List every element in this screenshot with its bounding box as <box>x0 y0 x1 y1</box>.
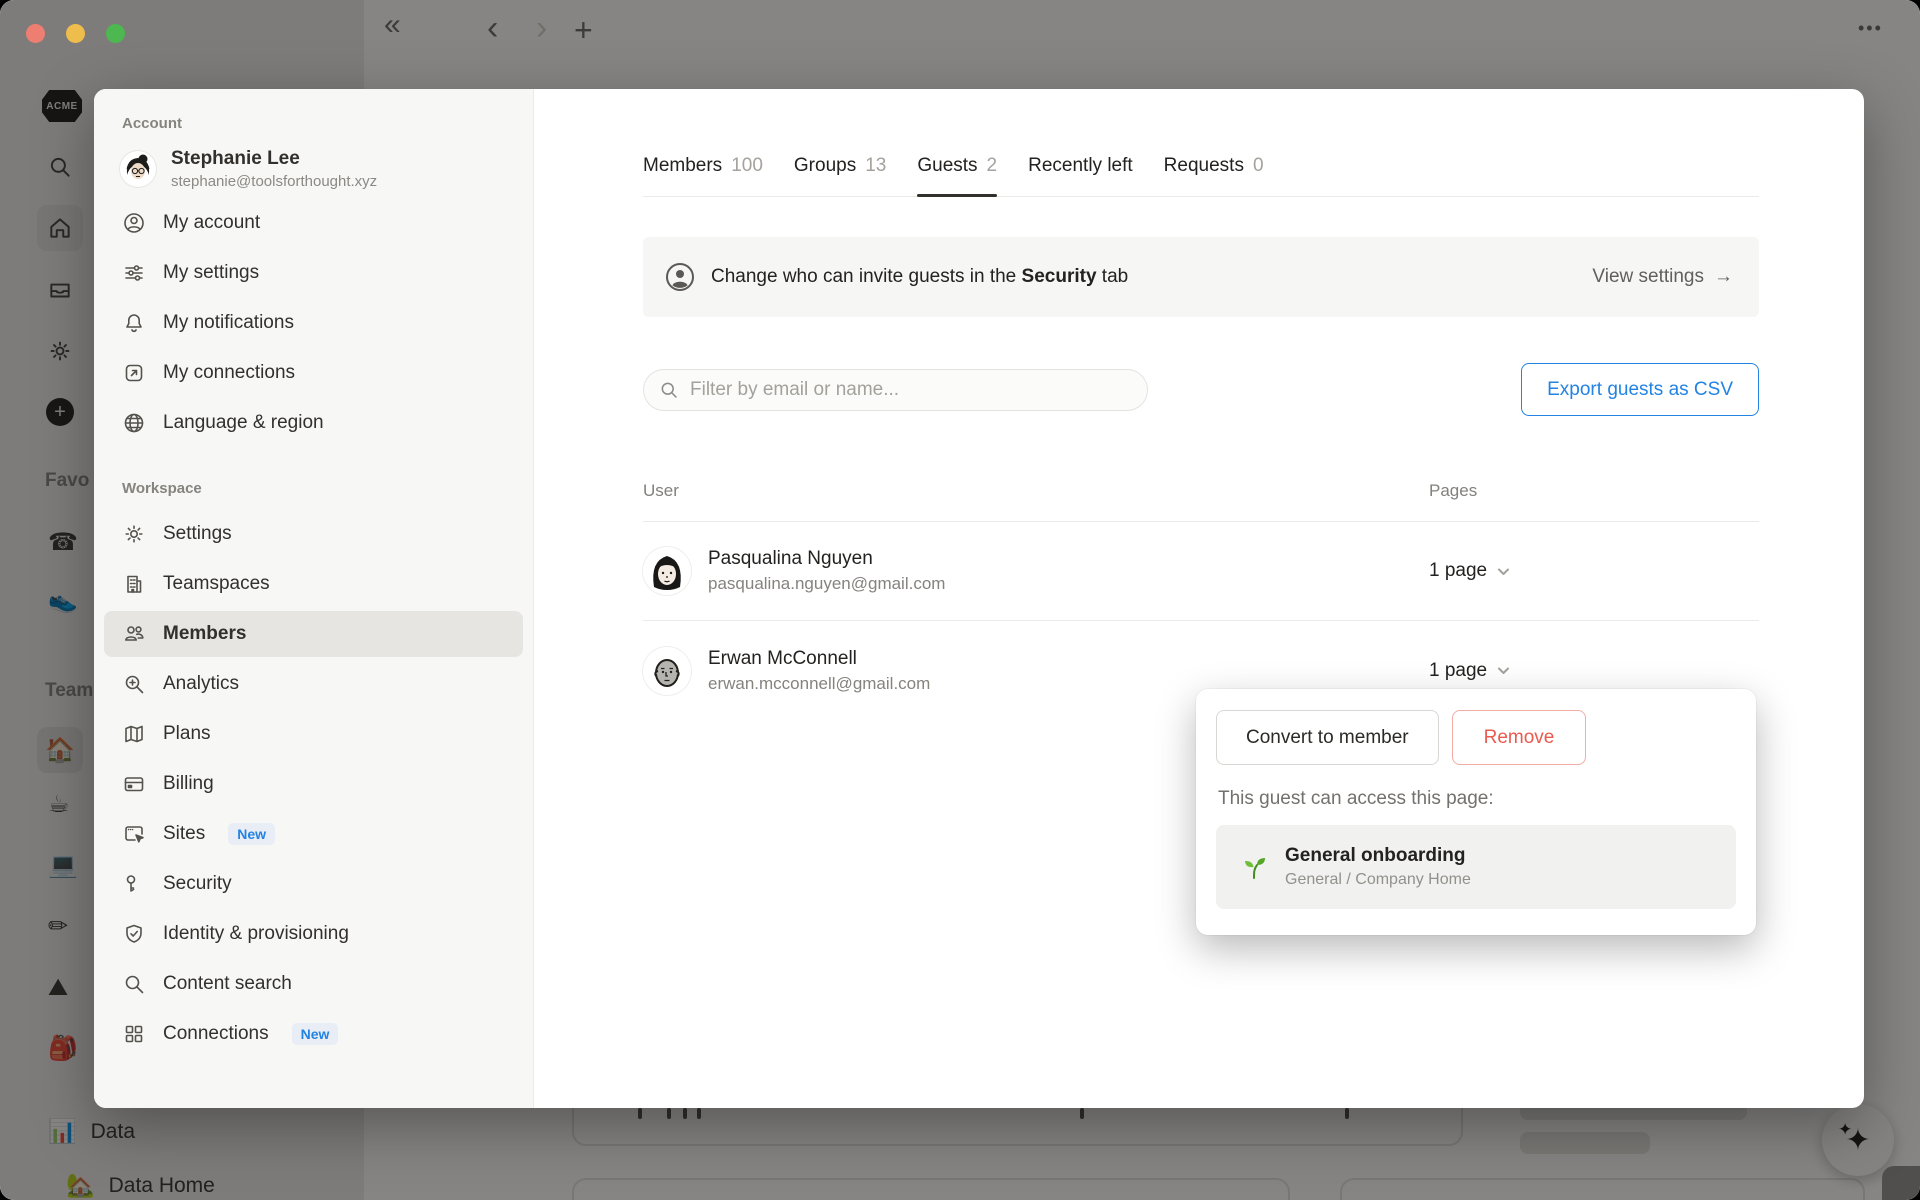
invite-guests-banner: Change who can invite guests in the Secu… <box>643 237 1759 317</box>
column-header-user: User <box>643 480 679 500</box>
avatar <box>120 151 156 187</box>
nav-item-my-account[interactable]: My account <box>104 200 523 246</box>
workspace-section-label: Workspace <box>122 480 202 497</box>
app-window: ACME + Favo ☎ 👟 Team 🏠 ☕ 💻 ✏ ⛰ 🎒 📊 Data … <box>0 0 1920 1200</box>
page-breadcrumb: General / Company Home <box>1285 871 1471 888</box>
guest-email: pasqualina.nguyen@gmail.com <box>708 574 946 593</box>
chevron-down-icon <box>1498 667 1510 674</box>
chevron-down-icon <box>1498 568 1510 575</box>
members-people-icon <box>125 626 144 641</box>
building-icon <box>127 575 142 593</box>
members-settings-content: Members 100 Groups 13 Guests 2 Recently … <box>534 89 1864 1108</box>
page-title: General onboarding <box>1285 845 1466 866</box>
person-circle-icon <box>666 263 694 291</box>
guest-filter-field[interactable] <box>643 368 1148 411</box>
nav-item-sites[interactable]: Sites New <box>104 811 523 857</box>
nav-item-members[interactable]: Members <box>104 611 523 657</box>
account-menu: My account My settings My notifications … <box>94 200 533 446</box>
nav-item-plans[interactable]: Plans <box>104 711 523 757</box>
view-settings-link[interactable]: View settings → <box>1592 266 1733 288</box>
key-icon <box>126 875 136 892</box>
guest-pages-dropdown[interactable]: 1 page <box>1429 660 1759 682</box>
nav-item-settings[interactable]: Settings <box>104 511 523 557</box>
nav-item-my-connections[interactable]: My connections <box>104 350 523 396</box>
nav-item-my-notifications[interactable]: My notifications <box>104 300 523 346</box>
shield-check-icon <box>126 924 142 943</box>
remove-guest-button[interactable]: Remove <box>1451 710 1587 765</box>
new-badge: New <box>291 1023 339 1045</box>
tab-groups[interactable]: Groups 13 <box>794 155 886 196</box>
tab-requests[interactable]: Requests 0 <box>1164 155 1264 196</box>
tab-members[interactable]: Members 100 <box>643 155 763 196</box>
tab-count: 2 <box>986 155 998 176</box>
gear-icon <box>125 525 143 543</box>
arrow-up-right-box-icon <box>125 364 143 382</box>
export-guests-csv-button[interactable]: Export guests as CSV <box>1521 363 1759 416</box>
sliders-icon <box>125 265 143 281</box>
guests-table-header: User Pages <box>643 460 1759 522</box>
globe-icon <box>124 413 144 433</box>
tab-recently-left[interactable]: Recently left <box>1028 155 1133 196</box>
guest-row-pasqualina: Pasqualina Nguyen pasqualina.nguyen@gmai… <box>643 522 1759 621</box>
nav-item-my-settings[interactable]: My settings <box>104 250 523 296</box>
nav-item-identity-provisioning[interactable]: Identity & provisioning <box>104 911 523 957</box>
guest-access-caption: This guest can access this page: <box>1218 788 1494 809</box>
browser-cursor-icon <box>125 826 144 843</box>
guest-name: Pasqualina Nguyen <box>708 548 873 569</box>
user-email: stephanie@toolsforthought.xyz <box>171 173 378 190</box>
seedling-icon <box>1245 858 1265 879</box>
search-icon <box>661 382 677 398</box>
guests-toolbar: Export guests as CSV <box>643 363 1759 416</box>
guest-pages-dropdown[interactable]: 1 page <box>1429 560 1759 582</box>
account-section-label: Account <box>122 115 182 132</box>
accessible-page-item[interactable]: General onboarding General / Company Hom… <box>1216 825 1736 909</box>
nav-item-language-region[interactable]: Language & region <box>104 400 523 446</box>
grid-icon <box>125 1025 143 1043</box>
guest-name: Erwan McConnell <box>708 647 857 669</box>
map-icon <box>125 725 143 743</box>
magnifier-icon <box>125 975 144 994</box>
tab-guests[interactable]: Guests 2 <box>917 155 998 197</box>
nav-item-security[interactable]: Security <box>104 861 523 907</box>
magnifier-plus-icon <box>125 675 144 694</box>
tab-count: 100 <box>731 155 763 176</box>
new-badge: New <box>228 823 276 845</box>
nav-item-content-search[interactable]: Content search <box>104 961 523 1007</box>
convert-to-member-button[interactable]: Convert to member <box>1216 710 1439 765</box>
tab-count: 13 <box>865 155 887 176</box>
settings-modal: Account Stephanie Lee stephanie@toolsfor… <box>94 89 1864 1108</box>
guest-email: erwan.mcconnell@gmail.com <box>708 673 931 693</box>
column-header-pages: Pages <box>1429 480 1478 500</box>
nav-item-connections[interactable]: Connections New <box>104 1011 523 1057</box>
arrow-right-icon: → <box>1714 266 1733 287</box>
nav-item-analytics[interactable]: Analytics <box>104 661 523 707</box>
avatar <box>643 547 691 595</box>
members-tabs: Members 100 Groups 13 Guests 2 Recently … <box>643 89 1759 197</box>
guest-filter-input[interactable] <box>690 378 1110 401</box>
current-user[interactable]: Stephanie Lee stephanie@toolsforthought.… <box>94 148 533 190</box>
settings-nav-panel: Account Stephanie Lee stephanie@toolsfor… <box>94 89 534 1108</box>
workspace-menu: Settings Teamspaces Members Analytics Pl… <box>94 511 533 1057</box>
avatar <box>643 646 691 695</box>
nav-item-teamspaces[interactable]: Teamspaces <box>104 561 523 607</box>
user-name: Stephanie Lee <box>171 148 300 169</box>
person-circle-icon <box>124 213 144 233</box>
guest-actions-popover: Convert to member Remove This guest can … <box>1196 689 1756 935</box>
credit-card-icon <box>124 777 144 792</box>
bell-icon <box>126 314 142 333</box>
tab-count: 0 <box>1252 155 1264 176</box>
nav-item-billing[interactable]: Billing <box>104 761 523 807</box>
